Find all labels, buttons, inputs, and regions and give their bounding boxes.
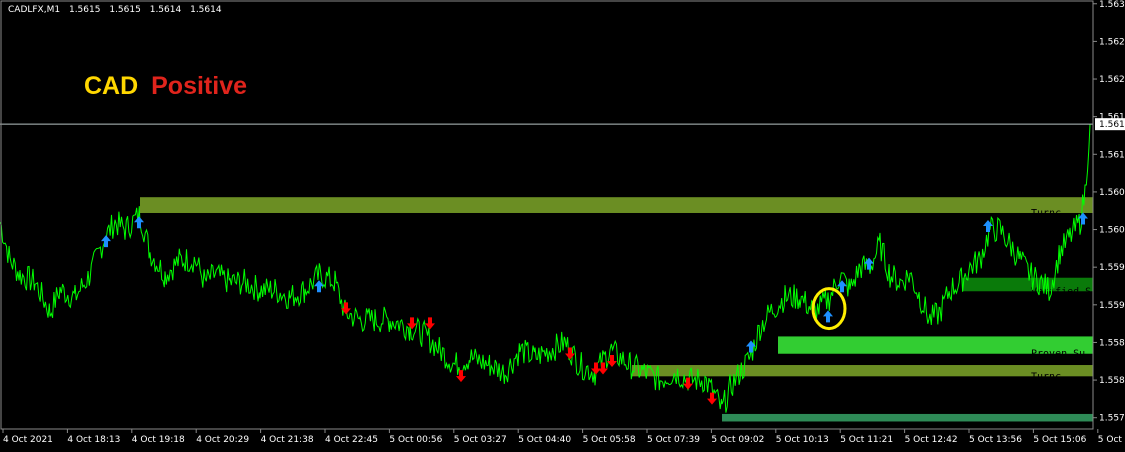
axis-layer: 1.563 1.562 1.562 1.561 1.561 1.560 1.560 1.559…: [0, 0, 1125, 445]
x-tick-label-6: 5 Oct 00:56: [389, 435, 442, 445]
down-arrow-7: [607, 355, 617, 368]
zone-band-2: [632, 365, 1093, 377]
plot-frame: [0, 0, 1094, 430]
y-tick-label-8: 1.559: [1099, 301, 1125, 311]
zone-label-2: Turnc: [1031, 371, 1061, 382]
y-tick-label-1: 1.562: [1099, 37, 1125, 47]
price-chart[interactable]: Turnc Proven Su Turnc Verified S 1.563 1.562…: [0, 0, 1125, 452]
quote-close: 1.5614: [190, 5, 222, 15]
quote-high: 1.5615: [109, 5, 141, 15]
up-arrow-icon: [983, 220, 993, 233]
up-arrow-4: [823, 310, 833, 323]
x-tick-label-9: 5 Oct 05:58: [583, 435, 636, 445]
up-arrow-icon: [314, 280, 324, 293]
down-arrow-icon: [607, 355, 617, 368]
zone-label-3: Verified S: [1031, 286, 1091, 297]
zones-layer: Turnc Proven Su Turnc Verified S: [140, 197, 1093, 422]
quote-low: 1.5614: [149, 5, 182, 15]
zone-label-0: Turnc: [1031, 208, 1061, 219]
chart-header: CADLFX,M1 1.5615 1.5615 1.5614 1.5614: [8, 5, 228, 15]
down-arrow-9: [707, 392, 717, 405]
x-tick-label-8: 5 Oct 04:40: [518, 435, 571, 445]
up-arrow-1: [134, 216, 144, 229]
up-arrow-icon: [134, 216, 144, 229]
y-tick-label-6: 1.560: [1099, 226, 1125, 236]
title-word-cad: CAD: [84, 72, 139, 100]
x-tick-label-7: 5 Oct 03:27: [454, 435, 507, 445]
x-tick-label-15: 5 Oct 13:56: [969, 435, 1022, 445]
y-tick-label-2: 1.562: [1099, 75, 1125, 85]
y-tick-label-9: 1.558: [1099, 338, 1125, 348]
x-tick-label-0: 4 Oct 2021: [3, 435, 53, 445]
down-arrow-icon: [707, 392, 717, 405]
y-tick-label-7: 1.559: [1099, 263, 1125, 273]
y-tick-label-11: 1.557: [1099, 414, 1125, 424]
up-arrow-2: [314, 280, 324, 293]
y-tick-label-10: 1.558: [1099, 376, 1125, 386]
chart-title: CAD Positive: [84, 72, 247, 101]
x-tick-label-2: 4 Oct 19:18: [132, 435, 185, 445]
x-tick-label-13: 5 Oct 11:21: [840, 435, 893, 445]
quote-open: 1.5615: [68, 5, 101, 15]
up-arrow-icon: [823, 310, 833, 323]
up-arrow-icon: [101, 235, 111, 248]
x-tick-label-1: 4 Oct 18:13: [67, 435, 120, 445]
zone-label-1: Proven Su: [1031, 349, 1085, 360]
x-tick-label-5: 4 Oct 22:45: [325, 435, 378, 445]
title-word-positive: Positive: [151, 72, 247, 100]
zone-band-4: [722, 413, 1093, 422]
x-tick-label-4: 4 Oct 21:38: [261, 435, 314, 445]
x-tick-label-17: 5 Oct 16:: [1098, 435, 1125, 445]
down-arrow-2: [425, 317, 435, 330]
up-arrow-0: [101, 235, 111, 248]
overlay-layer: [0, 123, 1093, 331]
x-tick-label-14: 5 Oct 12:42: [905, 435, 958, 445]
x-tick-label-11: 5 Oct 09:02: [711, 435, 764, 445]
up-arrow-icon: [837, 280, 847, 293]
x-tick-label-3: 4 Oct 20:29: [196, 435, 249, 445]
y-tick-label-0: 1.563: [1099, 0, 1125, 10]
y-tick-label-4: 1.561: [1099, 150, 1125, 160]
zone-band-0: [140, 197, 1093, 213]
up-arrow-7: [983, 220, 993, 233]
x-tick-label-10: 5 Oct 07:39: [647, 435, 700, 445]
up-arrow-5: [837, 280, 847, 293]
down-arrow-icon: [425, 317, 435, 330]
down-arrow-icon: [565, 347, 575, 360]
x-tick-label-12: 5 Oct 10:13: [776, 435, 829, 445]
down-arrow-4: [565, 347, 575, 360]
symbol-label: CADLFX,M1: [8, 5, 61, 15]
x-tick-label-16: 5 Oct 15:06: [1033, 435, 1086, 445]
y-tick-label-5: 1.560: [1099, 188, 1125, 198]
current-price-label: 1.561: [1099, 120, 1125, 130]
